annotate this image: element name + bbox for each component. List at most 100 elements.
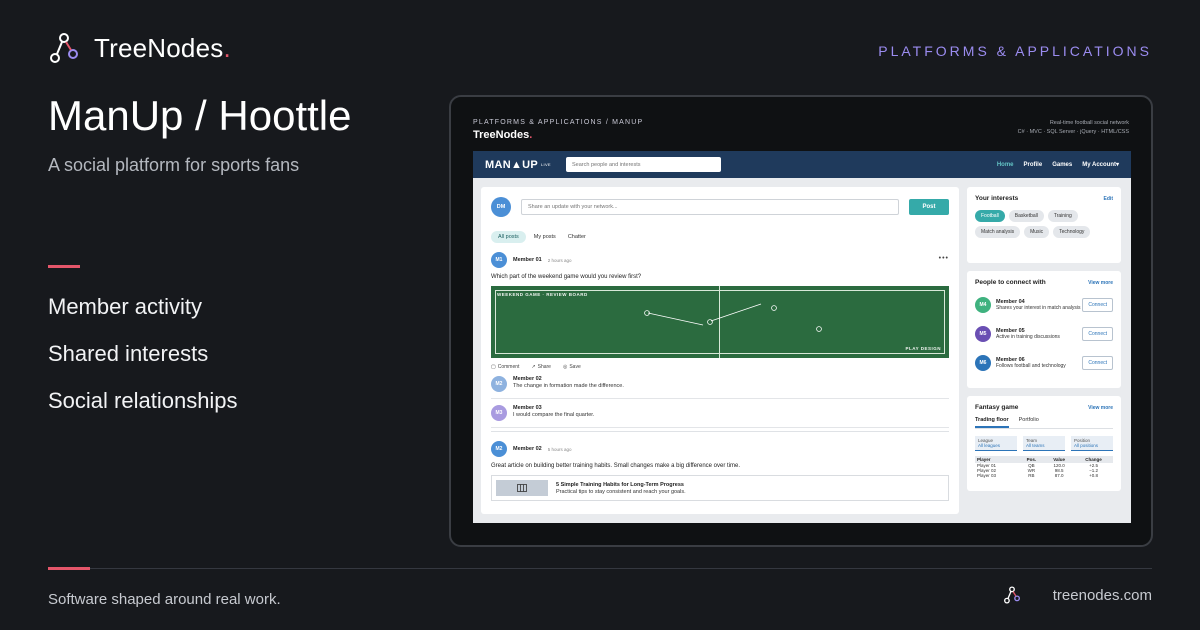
avatar[interactable]: M5 bbox=[975, 326, 991, 342]
device-meta: Real-time football social network C# · M… bbox=[1018, 119, 1129, 137]
interest-chip[interactable]: Music bbox=[1024, 226, 1050, 238]
feature-item: Social relationships bbox=[48, 388, 238, 413]
feature-item: Shared interests bbox=[48, 341, 209, 366]
device-brand: TreeNodes. bbox=[473, 129, 533, 141]
footer-tagline: Software shaped around real work. bbox=[48, 591, 281, 608]
post-composer: DM Post bbox=[491, 197, 949, 217]
comment-author[interactable]: Member 03 bbox=[513, 405, 594, 411]
board-corner-label: PLAY DESIGN bbox=[905, 346, 941, 351]
column-header[interactable]: Pos. bbox=[1018, 456, 1045, 463]
team-select[interactable]: Team All teams bbox=[1023, 436, 1065, 451]
tree-nodes-icon bbox=[50, 33, 78, 63]
article-title[interactable]: 5 Simple Training Habits for Long-Term P… bbox=[556, 482, 686, 488]
footer-divider bbox=[48, 568, 1152, 569]
post-text: Which part of the weekend game would you… bbox=[491, 274, 642, 280]
search-input[interactable] bbox=[566, 157, 721, 172]
comment-icon: ▢ bbox=[491, 364, 496, 370]
post-author[interactable]: Member 02 bbox=[513, 446, 542, 452]
interest-chip[interactable]: Basketball bbox=[1008, 210, 1044, 222]
save-icon: ◎ bbox=[562, 364, 568, 370]
avatar[interactable]: M1 bbox=[491, 252, 507, 268]
view-more-fantasy-link[interactable]: View more bbox=[1088, 405, 1113, 411]
person-suggestion: M5 Member 05 Active in training discussi… bbox=[975, 324, 1113, 344]
interest-chip[interactable]: Training bbox=[1047, 210, 1078, 222]
avatar[interactable]: M6 bbox=[975, 355, 991, 371]
table-header-row: Player Pos. Value Change bbox=[975, 456, 1113, 463]
nav-home[interactable]: Home bbox=[997, 162, 1014, 168]
status-input[interactable] bbox=[521, 199, 899, 215]
feed-tabs: All posts My posts Chatter bbox=[491, 231, 949, 243]
column-header[interactable]: Change bbox=[1074, 456, 1113, 463]
share-icon: ↗ bbox=[531, 364, 536, 370]
review-board[interactable]: WEEKEND GAME · REVIEW BOARD PLAY DESIGN bbox=[491, 286, 949, 358]
interest-chip[interactable]: Football bbox=[975, 210, 1005, 222]
post-author[interactable]: Member 01 bbox=[513, 257, 542, 263]
book-icon bbox=[517, 484, 527, 492]
page-title: ManUp / Hoottle bbox=[48, 92, 352, 139]
nav-my-account[interactable]: My Account▾ bbox=[1082, 161, 1119, 168]
accent-divider bbox=[48, 265, 80, 268]
people-card: People to connect with View more M4 Memb… bbox=[967, 271, 1121, 388]
post-time: 5 hours ago bbox=[547, 446, 572, 452]
footer-accent bbox=[48, 567, 90, 570]
view-more-people-link[interactable]: View more bbox=[1088, 280, 1113, 286]
page-subtitle: A social platform for sports fans bbox=[48, 155, 300, 175]
card-title: Your interests bbox=[975, 195, 1019, 202]
edit-interests-link[interactable]: Edit bbox=[1104, 196, 1113, 202]
interest-chip[interactable]: Match analysis bbox=[975, 226, 1021, 238]
article-link-card[interactable]: 5 Simple Training Habits for Long-Term P… bbox=[491, 475, 949, 501]
tab-all-posts[interactable]: All posts bbox=[491, 231, 526, 243]
comment-text: I would compare the final quarter. bbox=[513, 412, 595, 418]
tab-portfolio[interactable]: Portfolio bbox=[1019, 417, 1039, 428]
comment-text: The change in formation made the differe… bbox=[513, 383, 624, 389]
comment-item: M3 Member 03 I would compare the final q… bbox=[491, 399, 949, 428]
nav-links: Home Profile Games My Account▾ bbox=[997, 151, 1119, 178]
column-header[interactable]: Player bbox=[975, 456, 1019, 463]
device-header: PLATFORMS & APPLICATIONS / MANUP TreeNod… bbox=[473, 119, 643, 141]
post-header: M2 Member 02 5 hours ago bbox=[491, 441, 949, 457]
nav-profile[interactable]: Profile bbox=[1024, 162, 1043, 168]
connect-button[interactable]: Connect bbox=[1082, 356, 1113, 370]
save-button[interactable]: ◎ Save bbox=[563, 364, 581, 370]
post-time: 2 hours ago bbox=[547, 257, 572, 263]
person-description: Shares your interest in match analysis bbox=[996, 305, 1081, 311]
post-button[interactable]: Post bbox=[909, 199, 949, 215]
interest-chips: Football Basketball Training Match analy… bbox=[975, 210, 1113, 238]
column-header[interactable]: Value bbox=[1044, 456, 1075, 463]
avatar[interactable]: M2 bbox=[491, 376, 507, 392]
footer-right: treenodes.com bbox=[1003, 585, 1152, 605]
avatar[interactable]: M3 bbox=[491, 405, 507, 421]
footer-url[interactable]: treenodes.com bbox=[1053, 587, 1152, 604]
article-description: Practical tips to stay consistent and re… bbox=[556, 488, 686, 495]
avatar[interactable]: DM bbox=[491, 197, 511, 217]
app-screen: MAN▲UPLIVE Home Profile Games My Account… bbox=[473, 151, 1131, 523]
interest-chip[interactable]: Technology bbox=[1053, 226, 1091, 238]
tab-my-posts[interactable]: My posts bbox=[530, 231, 560, 243]
app-navbar: MAN▲UPLIVE Home Profile Games My Account… bbox=[473, 151, 1131, 178]
tab-trading-floor[interactable]: Trading floor bbox=[975, 417, 1009, 428]
post-divider bbox=[491, 431, 949, 432]
connect-button[interactable]: Connect bbox=[1082, 298, 1113, 312]
person-description: Active in training discussions bbox=[996, 334, 1060, 340]
position-select[interactable]: Position All positions bbox=[1071, 436, 1113, 451]
league-select[interactable]: League All leagues bbox=[975, 436, 1017, 451]
fantasy-card: Fantasy game View more Trading floor Por… bbox=[967, 396, 1121, 491]
person-suggestion: M4 Member 04 Shares your interest in mat… bbox=[975, 295, 1113, 315]
post-text: Great article on building better trainin… bbox=[491, 463, 741, 469]
share-button[interactable]: ↗ Share bbox=[531, 364, 551, 370]
fantasy-tabs: Trading floor Portfolio bbox=[975, 417, 1113, 429]
tab-chatter[interactable]: Chatter bbox=[564, 231, 590, 243]
device-frame: PLATFORMS & APPLICATIONS / MANUP TreeNod… bbox=[449, 95, 1153, 547]
nav-games[interactable]: Games bbox=[1052, 162, 1072, 168]
connect-button[interactable]: Connect bbox=[1082, 327, 1113, 341]
avatar[interactable]: M4 bbox=[975, 297, 991, 313]
comment-author[interactable]: Member 02 bbox=[513, 376, 624, 382]
app-logo[interactable]: MAN▲UP LIVE bbox=[485, 159, 551, 171]
feature-list: Member activity Shared interests Social … bbox=[48, 294, 238, 435]
avatar[interactable]: M2 bbox=[491, 441, 507, 457]
feature-item: Member activity bbox=[48, 294, 203, 319]
device-breadcrumb: PLATFORMS & APPLICATIONS / MANUP bbox=[473, 119, 644, 126]
comment-button[interactable]: ▢ Comment bbox=[491, 364, 519, 370]
more-options-icon[interactable]: ••• bbox=[939, 255, 949, 262]
table-row[interactable]: Player 03 RB 87.0 +0.8 bbox=[975, 473, 1113, 478]
